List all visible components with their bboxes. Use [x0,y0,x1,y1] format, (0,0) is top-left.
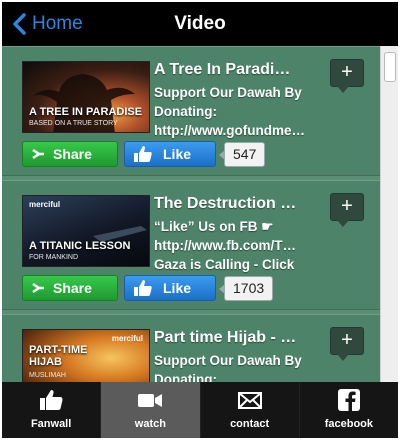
bottom-tab-bar: Fanwall watch contact facebook [2,382,398,438]
description-line: Donating: [154,372,217,382]
add-button[interactable]: + [330,327,364,361]
envelope-icon [237,392,262,409]
video-thumbnail[interactable]: merciful A Titanic Lesson For Mankind [22,195,150,267]
thumbnail-caption: A Tree In Paradise [29,106,143,118]
scrollbar[interactable] [380,46,398,382]
like-button-label: Like [163,146,192,162]
video-list[interactable]: A Tree In Paradise Based on a true story… [2,46,398,382]
video-title[interactable]: The Destruction … [154,195,316,213]
thumbs-up-icon [134,280,152,296]
share-button[interactable]: Share [22,141,118,167]
thumbs-up-icon [134,146,152,162]
thumbnail-brand: merciful [29,200,61,209]
video-description: Support Our Dawah By Donating: http://ww… [154,83,326,140]
thumbnail-caption: Part-Time Hijab [29,344,88,368]
video-title[interactable]: A Tree In Paradi… [154,61,316,79]
scrollbar-thumb[interactable] [384,52,396,82]
description-line: Gaza is Calling - Click [154,257,295,272]
thumbnail-subcaption: Muslimah [29,372,66,379]
like-button[interactable]: Like [124,141,216,167]
like-count: 1703 [218,276,274,301]
description-line: Donating: [154,104,217,119]
thumbnail-caption: A Titanic Lesson [29,240,131,252]
video-title[interactable]: Part time Hijab - … [154,329,316,347]
thumbnail-subcaption: For Mankind [29,254,78,261]
tab-facebook[interactable]: facebook [300,382,398,438]
video-item[interactable]: merciful A Titanic Lesson For Mankind Th… [2,180,380,310]
thumbnail-brand: merciful [111,334,143,343]
thumbs-up-icon [40,390,63,410]
share-button-label: Share [53,280,92,296]
tab-watch[interactable]: watch [101,382,201,438]
share-button-label: Share [53,146,92,162]
tab-fanwall[interactable]: Fanwall [2,382,102,438]
facebook-icon [337,389,360,411]
video-description: Support Our Dawah By Donating: [154,351,326,382]
tab-label: facebook [324,418,374,430]
tab-contact[interactable]: contact [201,382,300,438]
description-line: Support Our Dawah By [154,85,302,100]
video-item[interactable]: A Tree In Paradise Based on a true story… [2,46,380,176]
add-button[interactable]: + [330,59,364,93]
description-line: http://www.gofundme… [154,123,305,138]
header-bar: Home Video [2,2,398,46]
thumbnail-subcaption: Based on a true story [29,120,118,127]
page-title: Video [174,13,226,34]
like-button[interactable]: Like [124,275,216,301]
like-button-label: Like [163,280,192,296]
description-line: “Like” Us on FB ☛ [154,219,274,234]
description-line: Support Our Dawah By [154,353,302,368]
video-item[interactable]: merciful Part-Time Hijab Muslimah Part t… [2,314,380,382]
share-button[interactable]: Share [22,275,118,301]
share-arrow-icon [32,148,44,160]
add-button[interactable]: + [330,193,364,227]
like-count: 547 [218,142,266,167]
description-line: http://www.fb.com/T… [154,238,296,253]
video-description: “Like” Us on FB ☛ http://www.fb.com/T… G… [154,217,326,274]
video-camera-icon [138,394,163,407]
tab-label: watch [134,418,166,430]
video-thumbnail[interactable]: merciful Part-Time Hijab Muslimah [22,329,150,382]
tab-label: Fanwall [30,418,72,430]
tab-label: contact [230,418,270,430]
video-thumbnail[interactable]: A Tree In Paradise Based on a true story [22,61,150,133]
share-arrow-icon [32,282,44,294]
